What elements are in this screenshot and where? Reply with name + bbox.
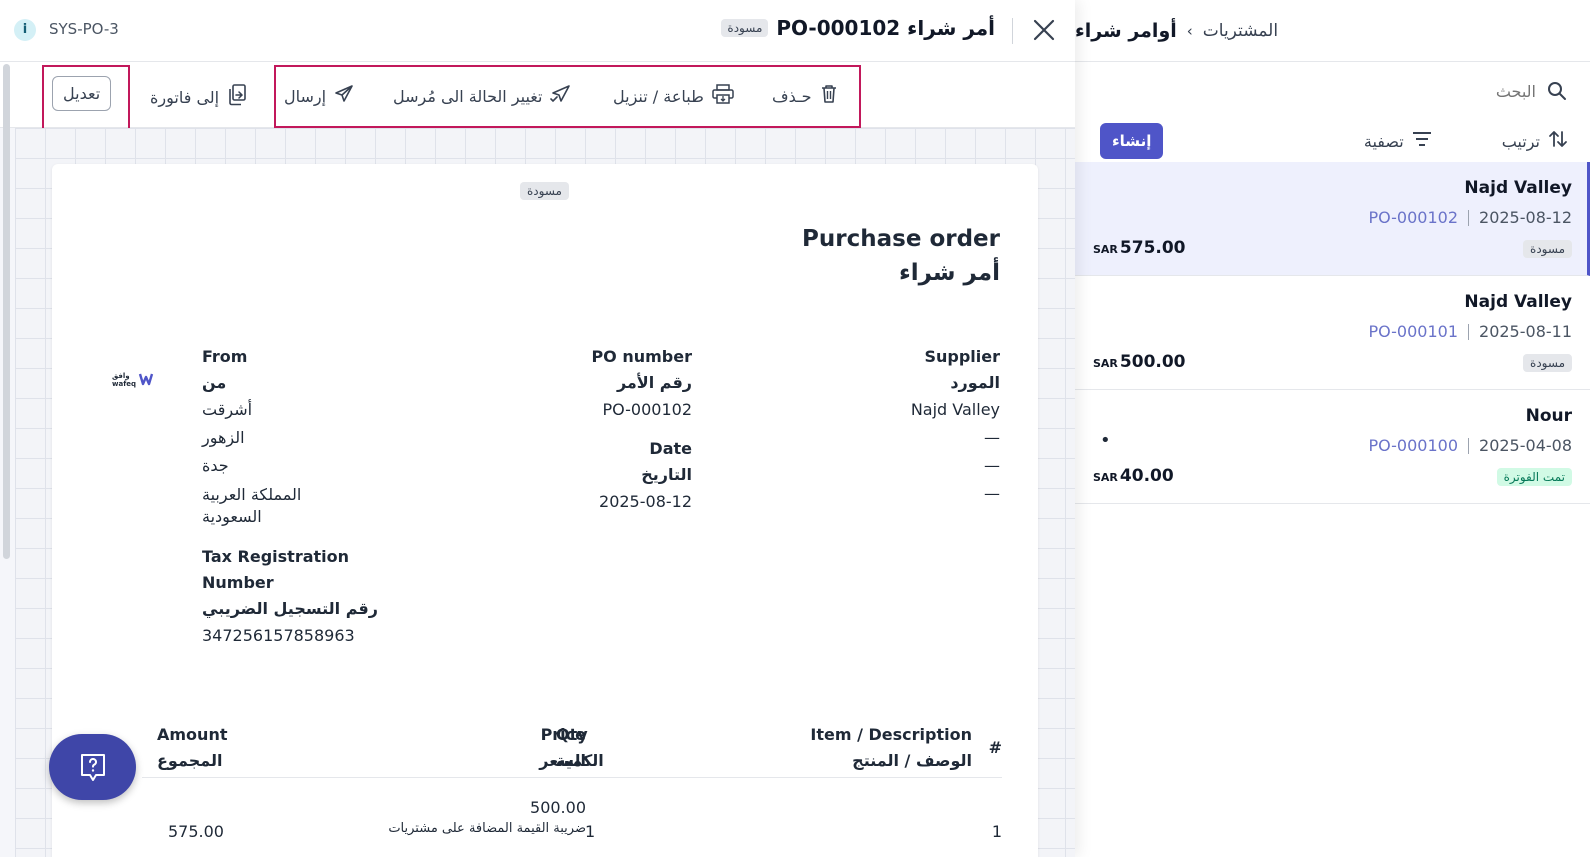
list-item-date: 2025-08-11 [1479, 322, 1572, 341]
to-invoice-button[interactable]: إلى فاتورة [150, 84, 247, 110]
list-item[interactable]: Najd Valley PO-000101 2025-08-11 مسودة S… [1075, 276, 1590, 390]
send-label: إرسال [284, 86, 327, 106]
document-title-ar: أمر شراء [898, 260, 1000, 286]
help-question-icon [78, 752, 108, 788]
list-item-po-number: PO-000100 [1368, 436, 1459, 455]
filter-icon [1412, 131, 1432, 151]
list-item-supplier: Nour [1525, 406, 1572, 426]
search-icon[interactable] [1546, 80, 1568, 102]
svg-text:وافق: وافق [112, 372, 130, 380]
list-item-supplier: Najd Valley [1464, 178, 1572, 198]
printer-icon [712, 84, 734, 108]
document-title: أمر شراء PO-000102 [776, 16, 995, 40]
po-number-block: PO number رقم الأمر PO-000102 Date التار… [582, 344, 692, 516]
po-list: Najd Valley PO-000102 2025-08-12 مسودة S… [1075, 162, 1590, 504]
list-item[interactable]: Najd Valley PO-000102 2025-08-12 مسودة S… [1075, 162, 1590, 276]
list-item-supplier: Najd Valley [1464, 292, 1572, 312]
company-logo: وافق wafeq [112, 370, 160, 388]
items-table-header: # Item / Description الوصف / المنتج Qty … [142, 718, 1002, 778]
search-bar [1075, 62, 1590, 120]
status-badge: مسودة [721, 19, 769, 37]
sort-label: ترتيب [1501, 131, 1540, 151]
paper-plane-icon [334, 84, 354, 108]
po-number-value: PO-000102 [602, 400, 692, 419]
close-icon[interactable] [1030, 16, 1058, 44]
to-invoice-label: إلى فاتورة [150, 87, 220, 107]
search-input[interactable] [1416, 81, 1536, 101]
list-item-date: 2025-08-12 [1479, 208, 1572, 227]
document-title-en: Purchase order [802, 226, 1000, 252]
list-item-amount: SAR 500.00 [1093, 352, 1186, 372]
create-button[interactable]: إنشاء [1100, 123, 1164, 159]
scrollbar[interactable] [3, 64, 10, 559]
page-title: أوامر شراء [1075, 19, 1177, 42]
list-item-dot: • [1100, 430, 1111, 451]
send-button[interactable]: إرسال [284, 84, 354, 108]
copy-document-icon [227, 84, 247, 110]
draft-watermark-badge: مسودة [520, 182, 569, 200]
divider [1012, 18, 1013, 44]
detail-header: i SYS-PO-3 أمر شراء PO-000102 مسودة [0, 0, 1075, 62]
send-check-icon [550, 84, 572, 108]
breadcrumb-purchases[interactable]: المشتريات [1203, 21, 1278, 41]
filter-button[interactable]: تصفية [1364, 131, 1432, 151]
print-download-button[interactable]: طباعة / تنزيل [613, 84, 734, 108]
filter-label: تصفية [1363, 131, 1404, 151]
tax-number: 347256157858963 [202, 626, 355, 645]
breadcrumb: المشتريات › أوامر شراء [1075, 0, 1590, 62]
list-item-amount: SAR 575.00 [1093, 238, 1186, 258]
sort-icon [1548, 129, 1568, 153]
action-bar: تعديل إلى فاتورة إرسال تغيير الحالة الى … [0, 62, 1075, 131]
status-badge: مسودة [1523, 354, 1572, 372]
list-item-po-number: PO-000101 [1368, 322, 1459, 341]
po-document: مسودة Purchase order أمر شراء Supplier ا… [52, 164, 1038, 857]
delete-label: حـذف [772, 86, 812, 106]
supplier-name: Najd Valley [910, 400, 1000, 419]
status-badge: تمت الفوترة [1496, 468, 1572, 486]
chevron-left-icon: › [1186, 21, 1193, 40]
system-code: SYS-PO-3 [49, 20, 119, 38]
edit-button[interactable]: تعديل [52, 76, 112, 111]
status-badge: مسودة [1523, 240, 1572, 258]
info-icon[interactable]: i [14, 19, 36, 41]
list-item[interactable]: Nour • PO-000100 2025-04-08 تمت الفوترة … [1075, 390, 1590, 504]
sort-button[interactable]: ترتيب [1502, 129, 1568, 153]
delete-button[interactable]: حـذف [772, 84, 838, 108]
trash-icon [820, 84, 838, 108]
mark-sent-label: تغيير الحالة الى مُرسل [393, 86, 543, 106]
from-block: From من أشرقت الزهور جدة المملكة العربية… [202, 344, 378, 650]
svg-text:wafeq: wafeq [112, 380, 136, 388]
list-toolbar: إنشاء تصفية ترتيب [1075, 120, 1590, 162]
list-item-amount: SAR 40.00 [1093, 466, 1174, 486]
print-download-label: طباعة / تنزيل [613, 86, 704, 106]
po-detail-panel: i SYS-PO-3 أمر شراء PO-000102 مسودة تعدي… [0, 0, 1075, 857]
list-item-date: 2025-04-08 [1479, 436, 1572, 455]
date-value: 2025-08-12 [599, 492, 692, 511]
supplier-block: Supplier المورد Najd Valley — — — [910, 347, 1000, 503]
purchase-orders-list-panel: المشتريات › أوامر شراء إنشاء تصفية ترتيب [1075, 0, 1590, 857]
list-item-po-number: PO-000102 [1368, 208, 1459, 227]
mark-sent-button[interactable]: تغيير الحالة الى مُرسل [393, 84, 572, 108]
document-preview-canvas: مسودة Purchase order أمر شراء Supplier ا… [15, 128, 1075, 857]
help-button[interactable] [49, 734, 136, 800]
